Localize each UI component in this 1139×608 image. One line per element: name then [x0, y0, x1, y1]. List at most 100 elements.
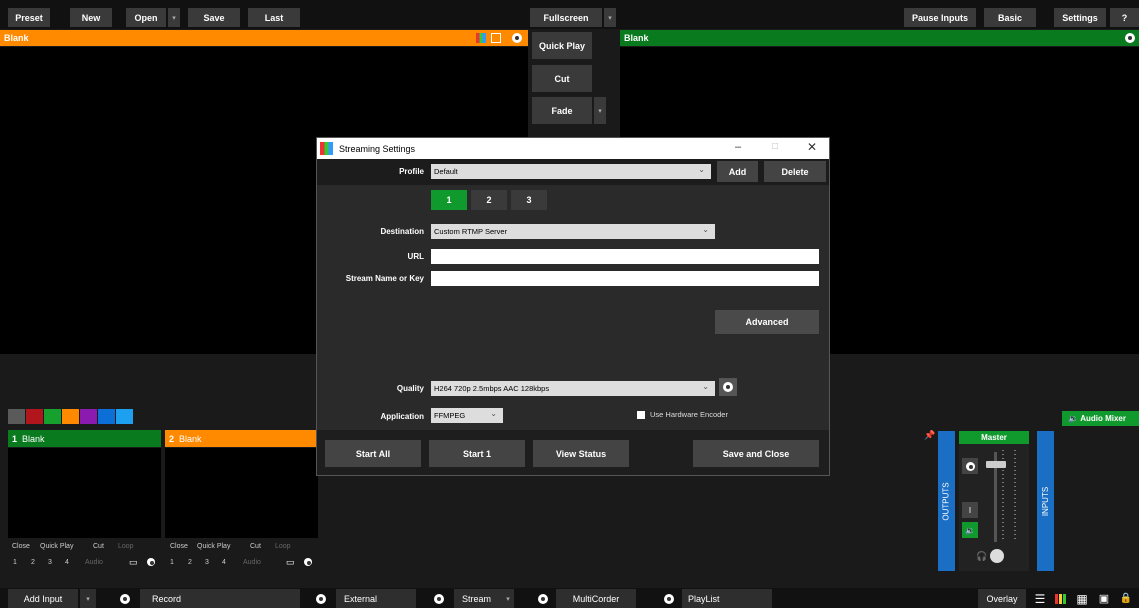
start-all-button[interactable]: Start All [325, 440, 421, 467]
audio-mixer-button[interactable]: 🔉 Audio Mixer [1062, 411, 1139, 426]
stream-key-input[interactable] [431, 271, 819, 286]
colour-icon[interactable] [476, 33, 486, 43]
profile-select[interactable]: Default ⌄ [431, 164, 711, 179]
colour-swatch-grey[interactable] [8, 409, 25, 424]
colour-swatch-blue[interactable] [98, 409, 115, 424]
minimize-icon[interactable]: – [735, 141, 741, 153]
hardware-encoder-checkbox[interactable] [637, 411, 645, 419]
list-view-icon[interactable]: ☰ [1032, 589, 1048, 608]
delete-profile-button[interactable]: Delete [764, 161, 826, 182]
multicorder-button[interactable]: MultiCorder [556, 589, 636, 608]
open-button[interactable]: Open [126, 8, 166, 27]
open-dropdown-icon[interactable]: ▾ [168, 8, 180, 27]
input-2-overlay-1-button[interactable]: 1 [170, 559, 174, 566]
colour-swatch-red[interactable] [26, 409, 43, 424]
fullscreen-dropdown-icon[interactable]: ▾ [604, 8, 616, 27]
colour-swatch-lightblue[interactable] [116, 409, 133, 424]
input-1-thumbnail[interactable] [8, 448, 161, 538]
outputs-panel[interactable]: OUTPUTS [938, 431, 955, 571]
quality-select[interactable]: H264 720p 2.5mbps AAC 128kbps ⌄ [431, 381, 715, 396]
audio-levels-icon[interactable] [1052, 589, 1068, 608]
input-1-audio-button[interactable]: Audio [85, 559, 103, 566]
quality-settings-gear-icon[interactable] [719, 378, 737, 396]
master-settings-gear-icon[interactable] [962, 458, 978, 474]
input-1-close-button[interactable]: Close [12, 543, 30, 550]
colour-swatch-orange[interactable] [62, 409, 79, 424]
tab-1[interactable]: 1 [431, 190, 467, 210]
monitor-icon[interactable]: ▭ [129, 557, 138, 568]
input-1-overlay-3-button[interactable]: 3 [48, 559, 52, 566]
input-2-thumbnail[interactable] [165, 448, 318, 538]
input-2-quick-play-button[interactable]: Quick Play [197, 543, 230, 550]
pin-icon[interactable]: 📌 [924, 430, 935, 441]
monitor-icon[interactable]: ▭ [286, 557, 295, 568]
input-1-loop-button[interactable]: Loop [118, 543, 134, 550]
external-button[interactable]: External [336, 589, 416, 608]
input-2-audio-button[interactable]: Audio [243, 559, 261, 566]
stream-button[interactable]: Stream [454, 589, 502, 608]
master-mute-button[interactable]: 🔉 [962, 522, 978, 538]
stream-dropdown-icon[interactable]: ▾ [502, 589, 514, 608]
lock-icon[interactable]: 🔒 [1118, 589, 1134, 608]
input-2-overlay-3-button[interactable]: 3 [205, 559, 209, 566]
input-2-loop-button[interactable]: Loop [275, 543, 291, 550]
input-2-title-bar[interactable]: 2 Blank [165, 430, 318, 447]
view-status-button[interactable]: View Status [533, 440, 629, 467]
fade-dropdown-icon[interactable]: ▾ [594, 97, 606, 124]
stream-settings-gear-icon[interactable] [430, 589, 448, 608]
save-and-close-button[interactable]: Save and Close [693, 440, 819, 467]
maximize-icon[interactable]: □ [772, 141, 778, 152]
input-1-cut-button[interactable]: Cut [93, 543, 104, 550]
new-button[interactable]: New [70, 8, 112, 27]
last-button[interactable]: Last [248, 8, 300, 27]
help-button[interactable]: ? [1110, 8, 1139, 27]
volume-fader-handle[interactable] [986, 461, 1006, 468]
fullscreen-button[interactable]: Fullscreen [530, 8, 602, 27]
input-1-title-bar[interactable]: 1 Blank [8, 430, 161, 447]
close-icon[interactable]: ✕ [807, 140, 817, 154]
input-2-overlay-2-button[interactable]: 2 [188, 559, 192, 566]
save-button[interactable]: Save [188, 8, 240, 27]
master-i-button[interactable]: I [962, 502, 978, 518]
input-2-close-button[interactable]: Close [170, 543, 188, 550]
input-2-overlay-4-button[interactable]: 4 [222, 559, 226, 566]
layers-icon[interactable] [491, 33, 501, 43]
settings-button[interactable]: Settings [1054, 8, 1106, 27]
balance-knob[interactable] [990, 549, 1004, 563]
pause-inputs-button[interactable]: Pause Inputs [904, 8, 976, 27]
cut-button[interactable]: Cut [532, 65, 592, 92]
external-settings-gear-icon[interactable] [312, 589, 330, 608]
output-settings-gear-icon[interactable] [1125, 33, 1135, 46]
colour-swatch-purple[interactable] [80, 409, 97, 424]
start-1-button[interactable]: Start 1 [429, 440, 525, 467]
colour-swatch-green[interactable] [44, 409, 61, 424]
tab-3[interactable]: 3 [511, 190, 547, 210]
input-1-overlay-1-button[interactable]: 1 [13, 559, 17, 566]
input-1-overlay-4-button[interactable]: 4 [65, 559, 69, 566]
preview-settings-gear-icon[interactable] [512, 33, 522, 46]
record-button[interactable]: Record [140, 589, 300, 608]
multicorder-settings-gear-icon[interactable] [534, 589, 552, 608]
overlay-button[interactable]: Overlay [978, 589, 1026, 608]
destination-select[interactable]: Custom RTMP Server ⌄ [431, 224, 715, 239]
input-2-cut-button[interactable]: Cut [250, 543, 261, 550]
url-input[interactable] [431, 249, 819, 264]
fade-button[interactable]: Fade [532, 97, 592, 124]
record-settings-gear-icon[interactable] [116, 589, 134, 608]
playlist-button[interactable]: PlayList [682, 589, 772, 608]
input-2-settings-gear-icon[interactable] [304, 558, 312, 569]
basic-button[interactable]: Basic [984, 8, 1036, 27]
advanced-button[interactable]: Advanced [715, 310, 819, 334]
add-input-button[interactable]: Add Input [8, 589, 78, 608]
quick-play-button[interactable]: Quick Play [532, 32, 592, 59]
playlist-settings-gear-icon[interactable] [660, 589, 678, 608]
application-select[interactable]: FFMPEG ⌄ [431, 408, 503, 423]
input-1-settings-gear-icon[interactable] [147, 558, 155, 569]
grid-view-icon[interactable]: ▦ [1074, 589, 1090, 608]
add-profile-button[interactable]: Add [717, 161, 758, 182]
input-1-overlay-2-button[interactable]: 2 [31, 559, 35, 566]
input-1-quick-play-button[interactable]: Quick Play [40, 543, 73, 550]
screenshot-icon[interactable]: ▣ [1096, 589, 1112, 608]
add-input-dropdown-icon[interactable]: ▾ [80, 589, 96, 608]
inputs-panel[interactable]: INPUTS [1037, 431, 1054, 571]
